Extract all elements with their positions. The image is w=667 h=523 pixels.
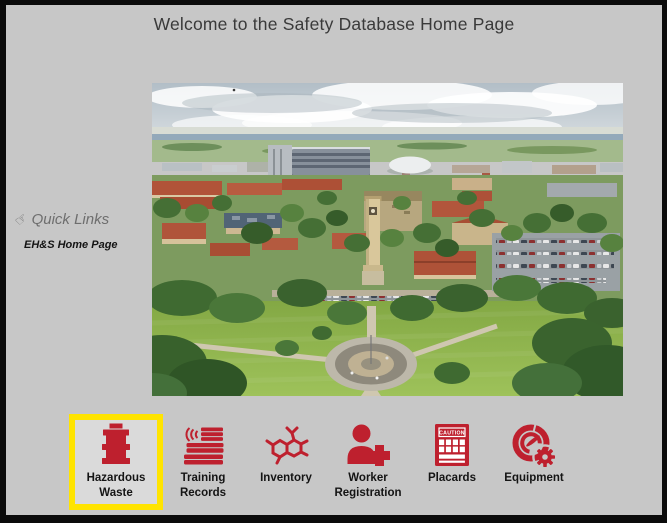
gauge-gear-icon: [511, 423, 557, 467]
caution-text: CAUTION: [439, 431, 465, 437]
worker-add-icon: [345, 423, 391, 467]
nav-label-placards: Placards: [410, 471, 494, 486]
campus-aerial-photo: [152, 83, 623, 396]
horizon-and-river: [152, 127, 623, 162]
waste-drum-icon: [93, 423, 139, 467]
ehs-home-page-link[interactable]: EH&S Home Page: [24, 239, 145, 251]
caution-placard-icon: CAUTION: [429, 423, 475, 467]
molecule-icon: [263, 423, 309, 467]
quick-links-heading: ☞Quick Links: [15, 211, 145, 228]
nav-item-training-records[interactable]: Training Records: [156, 414, 250, 510]
nav-item-worker-registration[interactable]: Worker Registration: [321, 414, 415, 510]
pointing-hand-icon: ☞: [11, 209, 32, 230]
training-books-icon: [180, 423, 226, 467]
nav-item-equipment[interactable]: Equipment: [487, 414, 581, 510]
nav-item-placards[interactable]: CAUTION Placards: [405, 414, 499, 510]
campus-photo-svg: [152, 83, 623, 396]
quick-links-panel: ☞Quick Links EH&S Home Page: [15, 211, 145, 251]
quick-links-label: Quick Links: [32, 211, 110, 228]
nav-item-hazardous-waste[interactable]: Hazardous Waste: [69, 414, 163, 510]
stadium: [268, 145, 370, 177]
nav-label-training-records: Training Records: [161, 471, 245, 501]
nav-label-inventory: Inventory: [244, 471, 328, 486]
nav-label-equipment: Equipment: [492, 471, 576, 486]
nav-label-worker-registration: Worker Registration: [326, 471, 410, 501]
nav-label-hazardous-waste: Hazardous Waste: [74, 471, 158, 501]
nav-item-inventory[interactable]: Inventory: [239, 414, 333, 510]
page-title: Welcome to the Safety Database Home Page: [6, 14, 662, 35]
safety-database-home-page: Welcome to the Safety Database Home Page…: [0, 0, 667, 523]
bird-speck: [233, 89, 236, 92]
